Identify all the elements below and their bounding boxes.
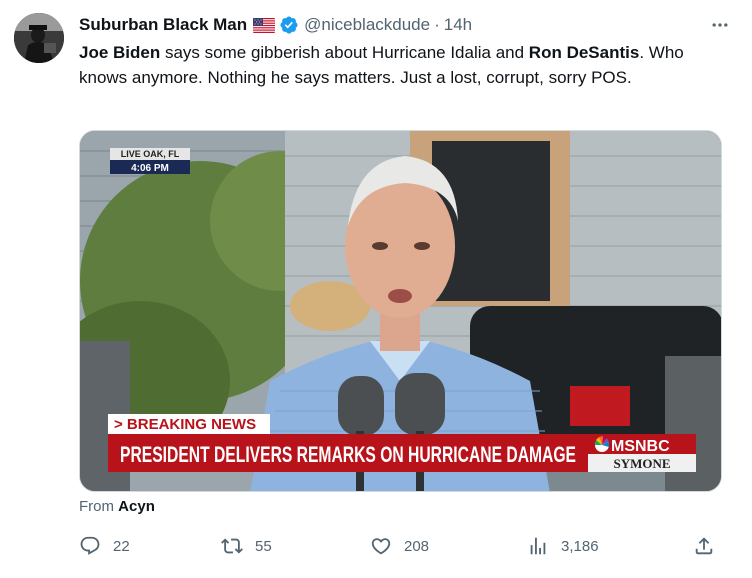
share-icon bbox=[695, 537, 713, 555]
tweet-header: Suburban Black Man @niceblackdude · 14h bbox=[79, 13, 732, 37]
video-attribution: From Acyn bbox=[79, 498, 155, 515]
timestamp[interactable]: 14h bbox=[444, 15, 472, 35]
clock-label: 4:06 PM bbox=[131, 163, 169, 174]
reply-icon bbox=[80, 536, 100, 555]
avatar[interactable] bbox=[14, 13, 64, 63]
from-source-link[interactable]: Acyn bbox=[118, 498, 155, 515]
author-name[interactable]: Suburban Black Man bbox=[79, 15, 247, 35]
views-icon bbox=[530, 537, 546, 555]
tweet-text-segment-1: says some gibberish about Hurricane Idal… bbox=[160, 43, 529, 62]
retweet-button[interactable]: 55 bbox=[221, 533, 272, 559]
separator-dot: · bbox=[434, 15, 440, 34]
video-player[interactable]: LIVE OAK, FL 4:06 PM > BREAKING NEWS PRE… bbox=[79, 130, 722, 492]
like-icon bbox=[371, 538, 391, 555]
like-count: 208 bbox=[404, 537, 430, 555]
retweet-count: 55 bbox=[255, 537, 272, 555]
more-icon[interactable] bbox=[708, 13, 732, 37]
us-flag-icon bbox=[253, 17, 276, 33]
reply-count: 22 bbox=[113, 537, 130, 555]
tweet-text-mention-2: Ron DeSantis bbox=[528, 43, 640, 62]
views-count: 3,186 bbox=[561, 537, 599, 555]
tweet-text: Joe Biden says some gibberish about Hurr… bbox=[79, 40, 719, 90]
tweet-text-mention-1: Joe Biden bbox=[79, 43, 161, 62]
tweet-card[interactable]: Suburban Black Man @niceblackdude · 14h … bbox=[0, 0, 752, 578]
network-logo: MSNBC bbox=[611, 438, 670, 455]
share-button[interactable] bbox=[693, 533, 727, 559]
from-label: From bbox=[79, 498, 114, 515]
author-handle[interactable]: @niceblackdude bbox=[304, 15, 430, 35]
views-button[interactable]: 3,186 bbox=[527, 533, 599, 559]
show-logo: SYMONE bbox=[613, 456, 670, 471]
location-label: LIVE OAK, FL bbox=[121, 149, 180, 159]
reply-button[interactable]: 22 bbox=[79, 533, 130, 559]
verified-badge-icon[interactable] bbox=[279, 15, 299, 35]
breaking-news-tag: > BREAKING NEWS bbox=[114, 416, 256, 433]
like-button[interactable]: 208 bbox=[370, 533, 429, 559]
headline-text: PRESIDENT DELIVERS REMARKS ON HURRICANE … bbox=[120, 442, 576, 467]
action-bar: 22 55 208 3,186 bbox=[79, 533, 719, 559]
retweet-icon bbox=[221, 538, 243, 554]
